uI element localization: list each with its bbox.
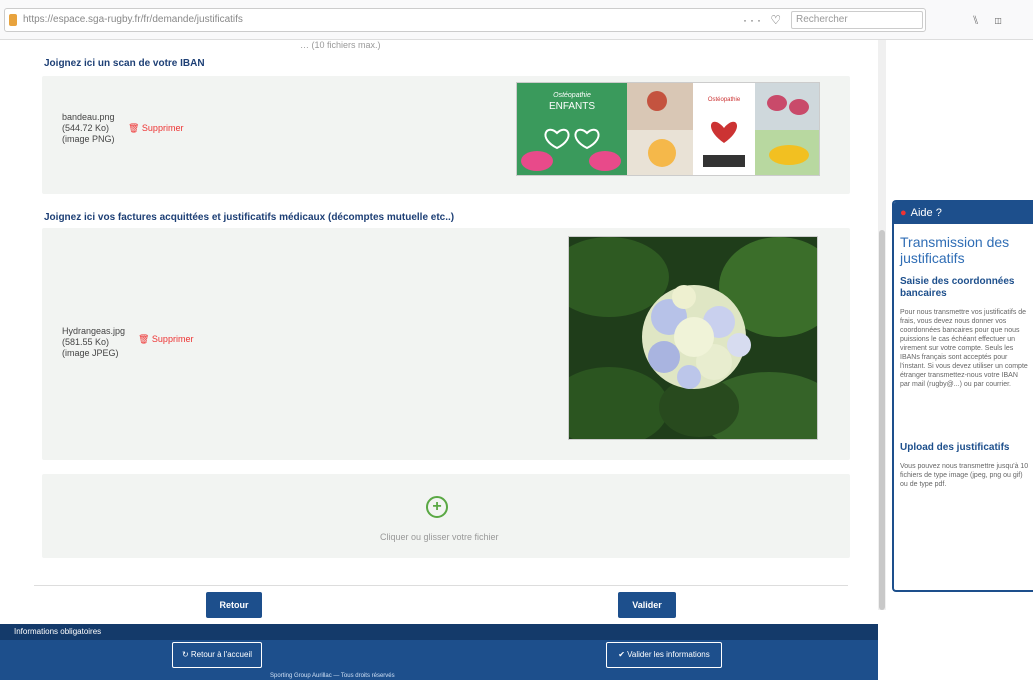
- thumb-caption-2: ENFANTS: [549, 101, 595, 112]
- browser-search-input[interactable]: Rechercher: [791, 11, 923, 29]
- address-bar[interactable]: https://espace.sga-rugby.fr/fr/demande/j…: [4, 8, 926, 32]
- add-file-icon[interactable]: +: [426, 496, 448, 518]
- site-info-icon[interactable]: [9, 14, 17, 26]
- home-button[interactable]: ↻ Retour à l'accueil: [172, 642, 262, 668]
- submit-button[interactable]: Valider: [618, 592, 676, 618]
- validate-info-button[interactable]: ✔ Valider les informations: [606, 642, 722, 668]
- help-subtitle-upload: Upload des justificatifs: [900, 442, 1010, 453]
- required-info-bar: Informations obligatoires: [0, 624, 878, 640]
- copyright-text: Sporting Group Aurillac — Tous droits ré…: [270, 673, 395, 679]
- iban-file-thumbnail: Ostéopathie ENFANTS Ostéopathie: [516, 82, 820, 176]
- help-header-label: Aide ?: [910, 207, 942, 219]
- page-scrollbar[interactable]: [878, 40, 886, 610]
- divider: [34, 585, 848, 586]
- thumb-caption-3: Ostéopathie: [708, 97, 741, 103]
- help-title: Transmission des justificatifs: [900, 234, 1010, 266]
- invoices-file-type: (image JPEG): [62, 348, 119, 358]
- iban-file-info: bandeau.png (544.72 Ko) (image PNG): [62, 112, 115, 145]
- help-text-upload: Vous pouvez nous transmettre jusqu'à 10 …: [900, 463, 1029, 488]
- main-content: … (10 fichiers max.) Joignez ici un scan…: [0, 40, 878, 680]
- library-icon[interactable]: ⑊ ◫: [972, 13, 1008, 27]
- iban-file-type: (image PNG): [62, 134, 115, 144]
- help-subtitle-bank: Saisie des coordonnées bancaires: [900, 276, 1015, 299]
- help-dot-icon: ●: [900, 207, 907, 219]
- back-button[interactable]: Retour: [206, 592, 262, 618]
- thumb-caption-1: Ostéopathie: [553, 92, 591, 99]
- browser-toolbar: https://espace.sga-rugby.fr/fr/demande/j…: [0, 0, 1033, 40]
- invoices-file-name: Hydrangeas.jpg: [62, 326, 126, 336]
- help-header[interactable]: ● Aide ?: [894, 202, 1033, 224]
- invoices-file-size: (581.55 Ko): [62, 337, 110, 347]
- help-panel: ● Aide ? Transmission des justificatifs S…: [892, 200, 1033, 592]
- scrollbar-thumb[interactable]: [879, 230, 885, 610]
- url-text: https://espace.sga-rugby.fr/fr/demande/j…: [23, 14, 243, 25]
- iban-section-label: Joignez ici un scan de votre IBAN: [44, 58, 205, 69]
- invoices-delete-button[interactable]: 🗑 Supprimer: [138, 334, 193, 345]
- invoices-file-info: Hydrangeas.jpg (581.55 Ko) (image JPEG): [62, 326, 125, 359]
- truncated-hint: … (10 fichiers max.): [300, 40, 381, 50]
- footer: Informations obligatoires ↻ Retour à l'a…: [0, 624, 878, 680]
- iban-file-size: (544.72 Ko): [62, 123, 110, 133]
- iban-upload-panel[interactable]: bandeau.png (544.72 Ko) (image PNG) 🗑 Su…: [42, 76, 850, 194]
- invoices-file-thumbnail: [568, 236, 818, 440]
- invoices-upload-panel[interactable]: Hydrangeas.jpg (581.55 Ko) (image JPEG) …: [42, 228, 850, 460]
- iban-file-name: bandeau.png: [62, 112, 115, 122]
- iban-delete-button[interactable]: 🗑 Supprimer: [128, 123, 183, 134]
- file-dropzone[interactable]: + Cliquer ou glisser votre fichier: [42, 474, 850, 558]
- dropzone-text: Cliquer ou glisser votre fichier: [380, 532, 499, 542]
- invoices-section-label: Joignez ici vos factures acquittées et j…: [44, 212, 455, 223]
- search-placeholder: Rechercher: [796, 14, 848, 25]
- help-text-bank: Pour nous transmettre vos justificatifs …: [900, 309, 1028, 388]
